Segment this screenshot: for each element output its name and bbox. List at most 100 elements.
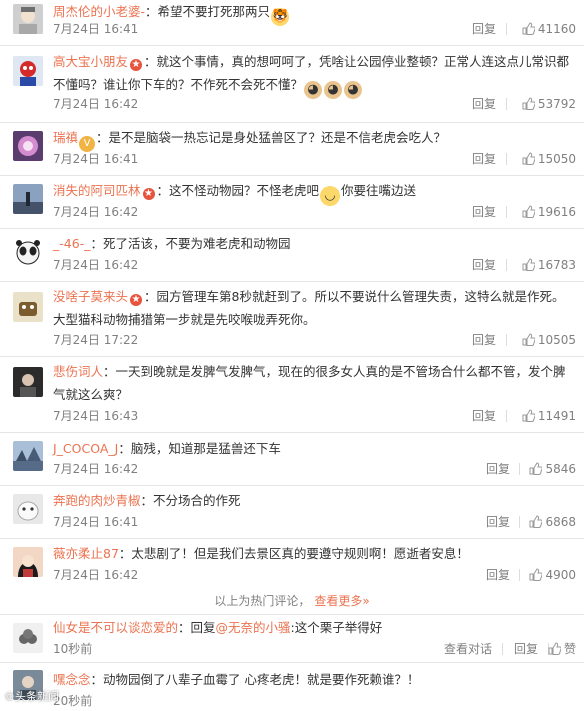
reply-button[interactable]: 回复 [472, 19, 496, 39]
comment-item: 奔跑的肉炒青椒：不分场合的作死 7月24日 16:41 回复 6868 [0, 486, 584, 539]
avatar-image [13, 494, 43, 524]
like-button[interactable]: 19616 [522, 202, 576, 222]
hot-comments-note: 以上为热门评论， [214, 594, 311, 608]
comment-author[interactable]: 薇亦柔止87 [53, 546, 119, 561]
thumbs-up-icon [522, 97, 536, 110]
comment-item: J_COCOA_J：脑残，知道那是猛兽还下车 7月24日 16:42 回复 58… [0, 433, 584, 486]
like-button[interactable]: 41160 [522, 19, 576, 39]
comment-item: _-46-_：死了活该，不要为难老虎和动物园 7月24日 16:42 回复 16… [0, 229, 584, 282]
avatar[interactable] [13, 237, 43, 267]
comment-text: ：园方管理车第8秒就赶到了。所以不要说什么管理失责，这特么就是作死。大型猫科动物… [53, 289, 565, 327]
reply-button[interactable]: 回复 [472, 406, 496, 426]
thumbs-up-icon [522, 205, 536, 218]
comment-time: 7月24日 16:42 [53, 258, 139, 272]
comment-author[interactable]: 周杰伦的小老婆- [53, 4, 145, 19]
like-button[interactable]: 11491 [522, 406, 576, 426]
avatar[interactable] [13, 547, 43, 577]
watermark: ©头条新闻 [4, 690, 59, 703]
mention-link[interactable]: @无奈的小骚 [216, 620, 291, 635]
comment-author[interactable]: 嘿念念 [53, 672, 91, 687]
comment-author[interactable]: _-46-_ [53, 236, 90, 251]
comment-author[interactable]: J_COCOA_J [53, 441, 118, 456]
like-count: 53792 [537, 97, 576, 111]
thumbs-up-icon [529, 568, 544, 581]
comment-item: 瑞禛 V ：是不是脑袋一热忘记是身处猛兽区了？还是不信老虎会吃人？ 7月24日 16… [0, 123, 584, 176]
divider [506, 259, 507, 271]
comment-author[interactable]: 悲伤词人 [53, 364, 103, 379]
reply-button[interactable]: 回复 [486, 459, 510, 479]
reply-button[interactable]: 回复 [472, 202, 496, 222]
avatar[interactable] [13, 4, 43, 34]
avatar[interactable] [13, 441, 43, 471]
comment-text: ：太悲剧了！但是我们去景区真的要遵守规则啊！愿逝者安息！ [118, 546, 469, 561]
reply-button[interactable]: 回复 [472, 149, 496, 169]
comment-text: ：脑残，知道那是猛兽还下车 [118, 441, 281, 456]
like-count: 15050 [537, 152, 576, 166]
divider [506, 98, 507, 110]
like-button[interactable]: 赞 [548, 639, 576, 659]
divider [502, 643, 503, 655]
avatar-image [13, 623, 43, 653]
reply-button[interactable]: 回复 [472, 330, 496, 350]
avatar[interactable] [13, 292, 43, 322]
like-button[interactable]: 6868 [529, 512, 576, 532]
divider [506, 206, 507, 218]
comment-item: 悲伤词人：一天到晚就是发脾气发脾气，现在的很多女人真的是不管场合什么都不管，发个… [0, 357, 584, 433]
comment-time: 10秒前 [53, 642, 93, 656]
avatar[interactable] [13, 494, 43, 524]
avatar-image [13, 237, 43, 267]
reply-button[interactable]: 回复 [486, 512, 510, 532]
comment-text-continued: 你要往嘴边送 [341, 183, 417, 198]
comment-author[interactable]: 消失的阿司匹林 [53, 183, 141, 198]
vip-star-icon: ★ [130, 294, 143, 306]
see-more-link[interactable]: 查看更多» [314, 594, 369, 608]
comment-time: 7月24日 17:22 [53, 333, 139, 347]
like-button[interactable]: 16783 [522, 255, 576, 275]
thumbs-up-icon [522, 333, 536, 346]
thumbs-up-icon [522, 258, 536, 271]
avatar[interactable] [13, 623, 43, 653]
thumbs-up-icon [548, 642, 562, 655]
avatar[interactable] [13, 184, 43, 214]
avatar-image [13, 56, 43, 86]
avatar-image [13, 547, 43, 577]
like-count: 10505 [537, 333, 576, 347]
comment-item: 高大宝小朋友 ★ ：就这个事情，真的想呵呵了，凭啥让公园停业整顿？正常人连这点儿常识… [0, 46, 584, 123]
comment-item: 没啥子莫来头 ★ ：园方管理车第8秒就赶到了。所以不要说什么管理失责，这特么就是作死… [0, 282, 584, 357]
avatar[interactable] [13, 56, 43, 86]
comment-time: 7月24日 16:42 [53, 97, 139, 111]
avatar[interactable] [13, 131, 43, 161]
like-button[interactable]: 53792 [522, 94, 576, 114]
comment-author[interactable]: 没啥子莫来头 [53, 289, 128, 304]
like-button[interactable]: 15050 [522, 149, 576, 169]
comment-time: 7月24日 16:43 [53, 409, 139, 423]
comment-time: 7月24日 16:41 [53, 22, 139, 36]
comment-author[interactable]: 瑞禛 [53, 130, 78, 145]
like-button[interactable]: 5846 [529, 459, 576, 479]
reply-button[interactable]: 回复 [514, 639, 538, 659]
thumbs-up-icon [522, 152, 536, 165]
divider [506, 334, 507, 346]
comment-author[interactable]: 仙女是不可以谈恋爱的 [53, 620, 178, 635]
reply-button[interactable]: 回复 [472, 255, 496, 275]
view-conversation-button[interactable]: 查看对话 [444, 639, 492, 659]
comment-text: ：希望不要打死那两只 [145, 4, 271, 19]
reply-button[interactable]: 回复 [486, 565, 510, 585]
comment-item: 仙女是不可以谈恋爱的：回复@无奈的小骚:这个栗子举得好 10秒前 查看对话 回复… [0, 615, 584, 663]
comment-item: 消失的阿司匹林 ★ ：这不怪动物园？不怪老虎吧 ◡ 你要往嘴边送 7月24日 16:42… [0, 176, 584, 229]
comment-time: 7月24日 16:42 [53, 568, 139, 582]
avatar-image [13, 441, 43, 471]
divider [506, 153, 507, 165]
like-button[interactable]: 10505 [522, 330, 576, 350]
comment-author[interactable]: 奔跑的肉炒青椒 [53, 493, 141, 508]
divider [506, 410, 507, 422]
like-button[interactable]: 4900 [529, 565, 576, 585]
avatar[interactable] [13, 367, 43, 397]
reply-button[interactable]: 回复 [472, 94, 496, 114]
comment-author[interactable]: 高大宝小朋友 [53, 54, 128, 69]
avatar-image [13, 367, 43, 397]
divider [506, 23, 507, 35]
avatar-image [13, 184, 43, 214]
vip-star-icon: ★ [130, 59, 143, 71]
like-count: 4900 [545, 568, 576, 582]
